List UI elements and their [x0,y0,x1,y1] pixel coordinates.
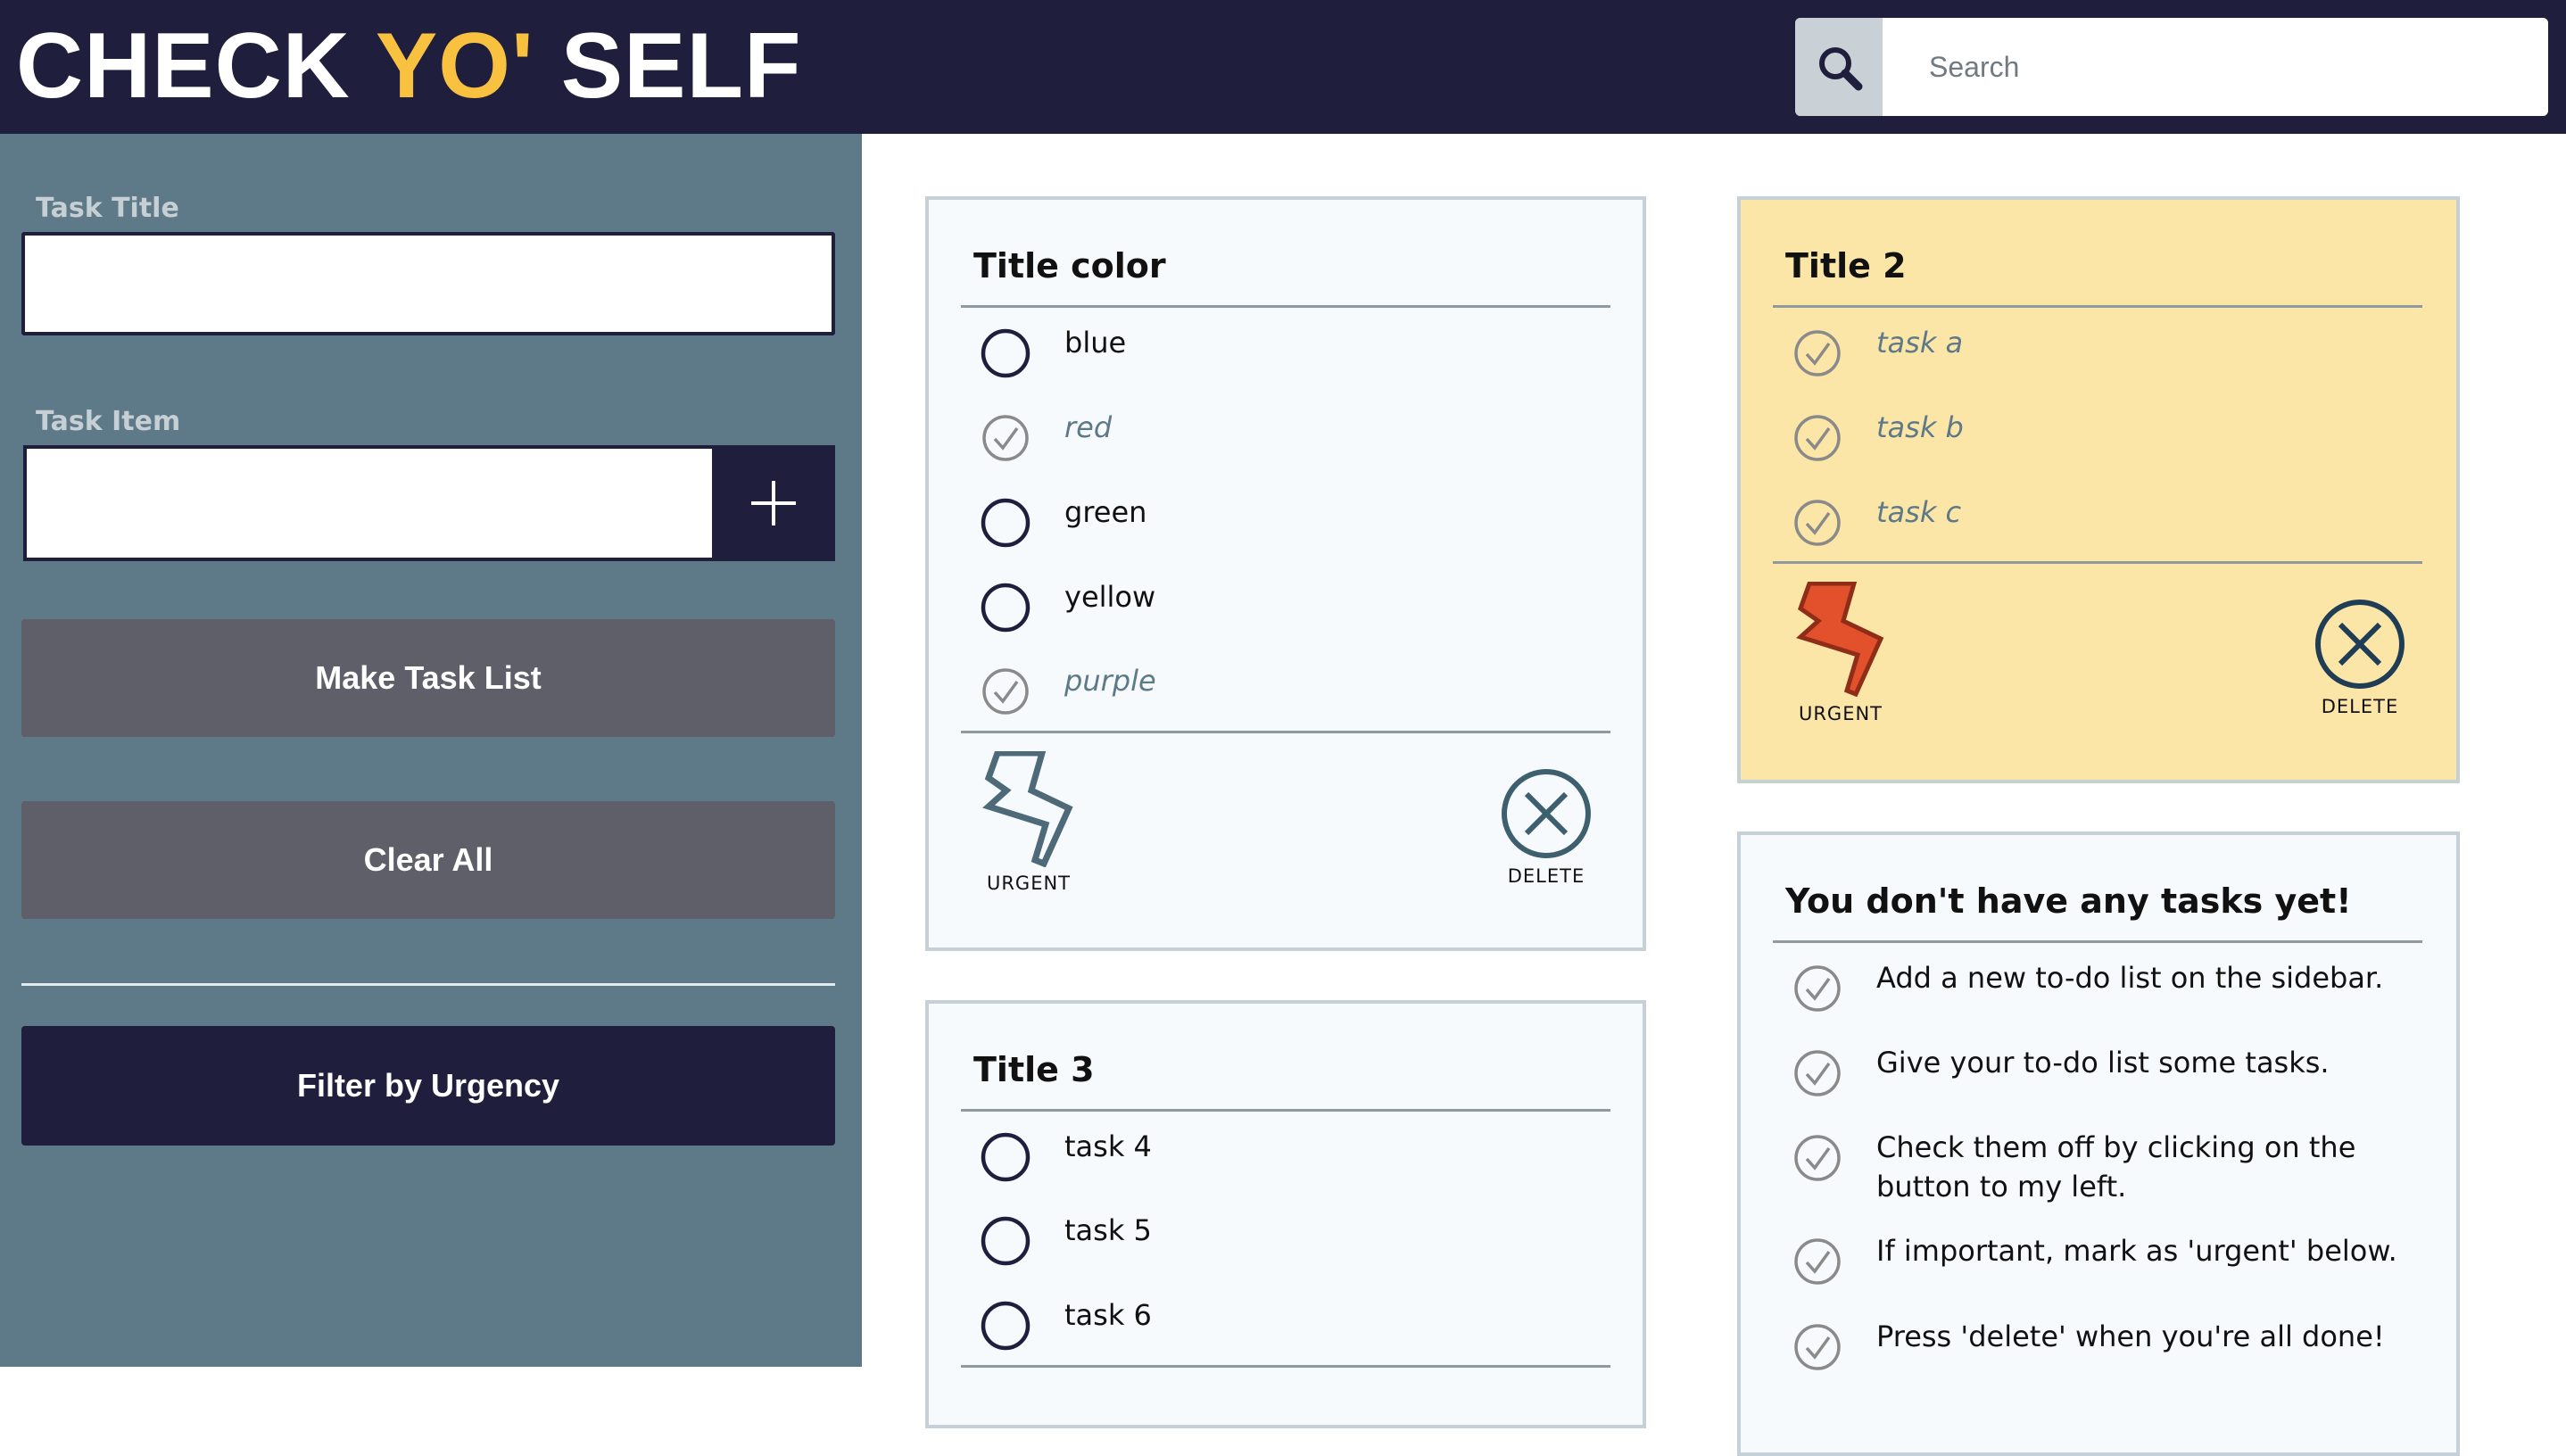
task-item: task 4 [979,1127,1603,1198]
delete-button[interactable]: DELETE [2306,598,2413,717]
task-text: blue [1064,326,1127,360]
checked-circle-icon[interactable] [1791,1046,1844,1100]
card-divider [961,1109,1610,1112]
unchecked-circle-icon[interactable] [979,1299,1032,1353]
task-item: Add a new to-do list on the sidebar. [1791,958,2415,1030]
task-text: task 6 [1064,1298,1152,1332]
checked-circle-icon[interactable] [979,411,1032,465]
delete-x-circle-icon [2315,600,2405,689]
task-text: Give your to-do list some tasks. [1876,1046,2330,1080]
card-divider [961,731,1610,733]
task-item: task a [1791,323,2415,394]
logo-text: CHECK [16,14,376,118]
make-task-list-button[interactable]: Make Task List [21,619,835,737]
checked-circle-icon[interactable] [1791,1235,1844,1288]
card-divider [1773,561,2422,564]
unchecked-circle-icon[interactable] [979,1214,1032,1268]
card-title: Title color [973,246,1166,285]
task-text: If important, mark as 'urgent' below. [1876,1234,2397,1268]
search-input[interactable] [1883,18,2548,116]
task-item: blue [979,323,1603,394]
magnifier-icon [1819,47,1863,91]
plus-icon [751,481,796,525]
logo-accent-text: YO' [375,14,534,118]
checked-circle-icon[interactable] [1791,1131,1844,1185]
urgent-label: URGENT [1798,703,1883,724]
urgent-button[interactable]: URGENT [975,751,1082,894]
add-task-item-button[interactable] [712,445,835,561]
task-card: Title color blue red green yellow purple… [925,196,1646,951]
task-item-input[interactable] [23,445,712,561]
task-title-input[interactable] [21,232,835,335]
task-card-urgent: Title 2 task a task b task c URGENT DELE… [1737,196,2460,783]
task-text: Check them off by clicking on the button… [1876,1130,2356,1204]
unchecked-circle-icon[interactable] [979,581,1032,634]
task-item: task b [1791,408,2415,479]
task-card: Title 3 task 4 task 5 task 6 [925,1000,1646,1428]
app-logo: CHECK YO' SELF [16,16,802,116]
delete-label: DELETE [2321,696,2399,717]
task-item: red [979,408,1603,479]
task-item: If important, mark as 'urgent' below. [1791,1231,2415,1303]
task-title-label: Task Title [36,193,179,224]
logo-text-end: SELF [534,14,802,118]
delete-x-circle-icon [1502,769,1591,858]
task-item: Check them off by clicking on the button… [1791,1128,2415,1217]
lightning-bolt-active-icon [1796,582,1884,698]
card-divider [1773,305,2422,308]
task-item: green [979,492,1603,564]
task-item-label: Task Item [36,406,181,437]
task-text: yellow [1064,580,1156,614]
search-box [1795,18,2548,116]
task-item: purple [979,661,1603,732]
unchecked-circle-icon[interactable] [979,1130,1032,1184]
urgent-label: URGENT [986,873,1072,894]
search-button[interactable] [1795,18,1883,116]
task-item: yellow [979,577,1603,649]
urgent-button-active[interactable]: URGENT [1787,582,1894,724]
task-text: purple [1064,664,1156,698]
lightning-bolt-icon [982,751,1073,867]
card-title: Title 3 [973,1050,1095,1089]
unchecked-circle-icon[interactable] [979,496,1032,550]
card-divider [1773,940,2422,943]
delete-label: DELETE [1507,865,1585,887]
filter-by-urgency-button[interactable]: Filter by Urgency [21,1026,835,1146]
checked-circle-icon[interactable] [1791,1320,1844,1374]
task-text: green [1064,495,1147,529]
task-item: task 5 [979,1211,1603,1282]
app-header: CHECK YO' SELF [0,0,2566,134]
sidebar-divider [21,983,835,986]
instructions-card: You don't have any tasks yet! Add a new … [1737,831,2460,1456]
card-title: Title 2 [1785,246,1907,285]
checked-circle-icon[interactable] [979,665,1032,718]
task-text: task b [1876,410,1964,444]
checked-circle-icon[interactable] [1791,962,1844,1015]
task-text: task c [1876,495,1962,529]
card-divider [961,305,1610,308]
task-text: Press 'delete' when you're all done! [1876,1320,2385,1353]
task-item: task 6 [979,1295,1603,1367]
task-text: red [1064,410,1113,444]
delete-button[interactable]: DELETE [1493,767,1600,887]
task-item: Press 'delete' when you're all done! [1791,1317,2415,1388]
task-text: task 5 [1064,1213,1152,1247]
task-text: Add a new to-do list on the sidebar. [1876,961,2384,995]
checked-circle-icon[interactable] [1791,411,1844,465]
sidebar: Task Title Task Item Make Task List Clea… [0,134,862,1367]
unchecked-circle-icon[interactable] [979,327,1032,380]
card-title: You don't have any tasks yet! [1785,881,2352,921]
checked-circle-icon[interactable] [1791,496,1844,550]
checked-circle-icon[interactable] [1791,327,1844,380]
clear-all-button[interactable]: Clear All [21,801,835,919]
task-text: task 4 [1064,1129,1152,1163]
task-item: task c [1791,492,2415,564]
task-item: Give your to-do list some tasks. [1791,1043,2415,1114]
task-text: task a [1876,326,1964,360]
